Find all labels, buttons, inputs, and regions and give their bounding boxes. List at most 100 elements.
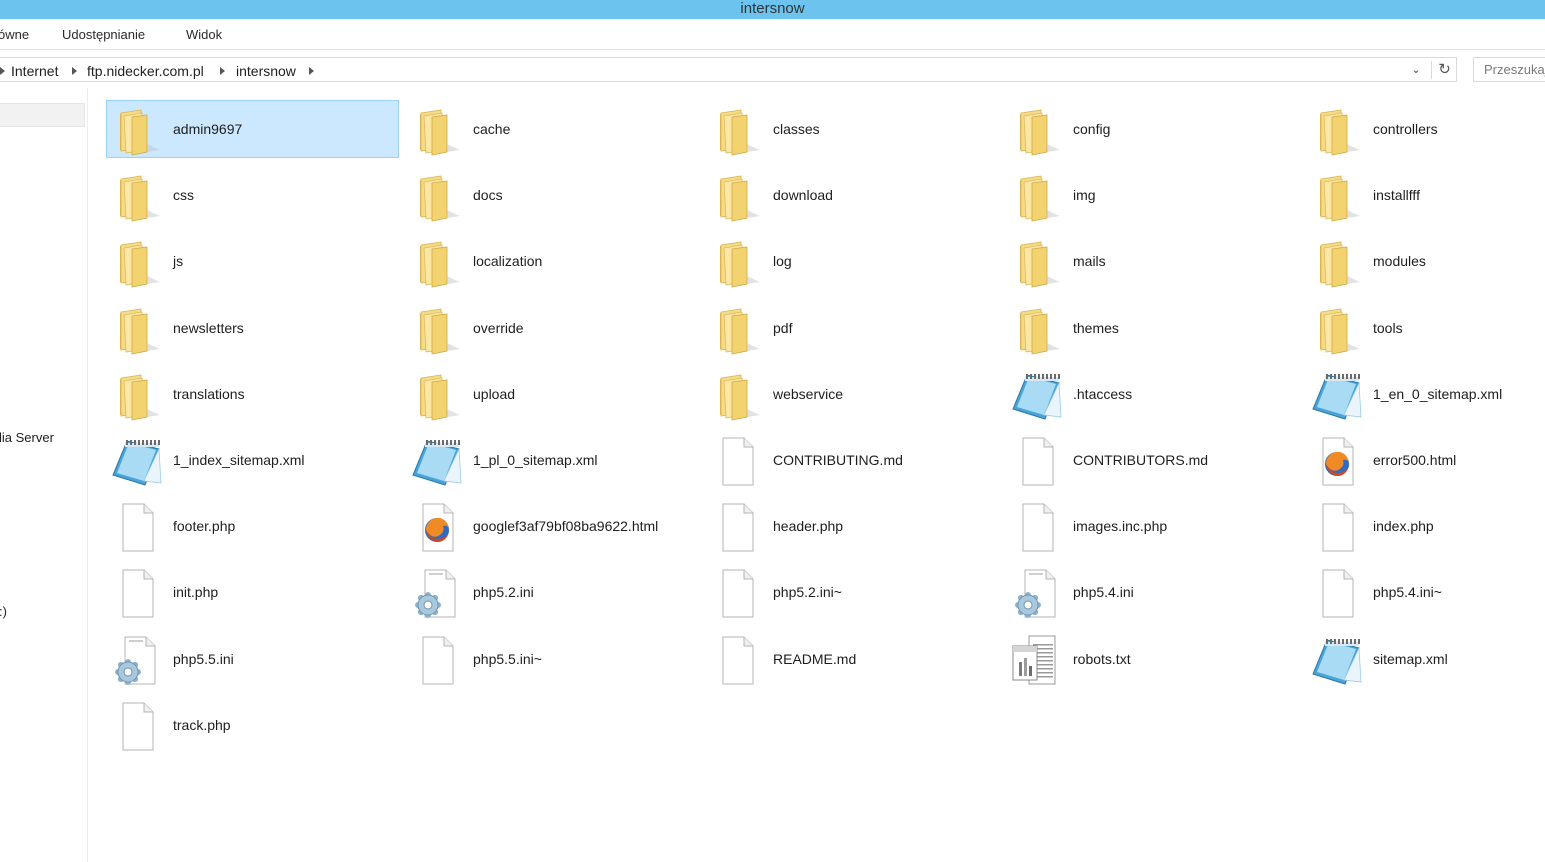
- folder-item[interactable]: log: [706, 232, 999, 290]
- search-placeholder: Przeszukaj: [1484, 62, 1545, 77]
- notepad-file-icon: [1311, 369, 1363, 421]
- file-name-label: upload: [473, 386, 516, 402]
- folder-icon: [711, 104, 763, 156]
- file-name-label: controllers: [1373, 121, 1438, 137]
- firefox-file-icon: [1311, 435, 1363, 487]
- file-item[interactable]: footer.php: [106, 497, 399, 555]
- folder-item[interactable]: css: [106, 166, 399, 224]
- breadcrumb-separator-icon[interactable]: [72, 67, 77, 75]
- breadcrumb-separator-icon[interactable]: [0, 67, 5, 75]
- file-item[interactable]: php5.4.ini~: [1306, 563, 1545, 621]
- folder-item[interactable]: download: [706, 166, 999, 224]
- folder-icon: [711, 303, 763, 355]
- folder-icon: [1011, 170, 1063, 222]
- file-item[interactable]: .htaccess: [1006, 365, 1299, 423]
- file-name-label: 1_index_sitemap.xml: [173, 452, 305, 468]
- breadcrumb-separator-icon[interactable]: [309, 67, 314, 75]
- folder-item[interactable]: admin9697: [106, 100, 399, 158]
- file-item[interactable]: 1_index_sitemap.xml: [106, 431, 399, 489]
- folder-item[interactable]: upload: [406, 365, 699, 423]
- file-item[interactable]: php5.5.ini: [106, 630, 399, 688]
- folder-item[interactable]: webservice: [706, 365, 999, 423]
- tab-home[interactable]: ówne: [0, 27, 29, 42]
- file-name-label: sitemap.xml: [1373, 651, 1448, 667]
- tab-view[interactable]: Widok: [186, 27, 222, 42]
- file-item[interactable]: init.php: [106, 563, 399, 621]
- folder-icon: [711, 170, 763, 222]
- file-item[interactable]: googlef3af79bf08ba9622.html: [406, 497, 699, 555]
- folder-item[interactable]: js: [106, 232, 399, 290]
- file-name-label: php5.2.ini~: [773, 584, 842, 600]
- config-file-icon: [1011, 567, 1063, 619]
- file-item[interactable]: php5.2.ini~: [706, 563, 999, 621]
- folder-icon: [1311, 170, 1363, 222]
- file-item[interactable]: CONTRIBUTORS.md: [1006, 431, 1299, 489]
- nav-item-drive[interactable]: :): [0, 604, 7, 619]
- folder-item[interactable]: pdf: [706, 299, 999, 357]
- nav-selected-item[interactable]: [0, 103, 85, 127]
- folder-icon: [1311, 236, 1363, 288]
- breadcrumb-internet[interactable]: Internet: [11, 63, 58, 79]
- file-item[interactable]: header.php: [706, 497, 999, 555]
- folder-item[interactable]: newsletters: [106, 299, 399, 357]
- file-item[interactable]: README.md: [706, 630, 999, 688]
- file-item[interactable]: php5.2.ini: [406, 563, 699, 621]
- file-item[interactable]: sitemap.xml: [1306, 630, 1545, 688]
- file-item[interactable]: robots.txt: [1006, 630, 1299, 688]
- breadcrumb-intersnow[interactable]: intersnow: [236, 63, 296, 79]
- folder-icon: [111, 170, 163, 222]
- folder-item[interactable]: tools: [1306, 299, 1545, 357]
- address-bar[interactable]: Internet ftp.nidecker.com.pl intersnow ⌄…: [0, 57, 1457, 82]
- refresh-icon[interactable]: ↻: [1436, 61, 1453, 79]
- file-item[interactable]: CONTRIBUTING.md: [706, 431, 999, 489]
- blank-file-icon: [1011, 501, 1063, 553]
- file-item[interactable]: 1_en_0_sitemap.xml: [1306, 365, 1545, 423]
- config-file-icon: [111, 634, 163, 686]
- folder-icon: [1311, 303, 1363, 355]
- folder-item[interactable]: themes: [1006, 299, 1299, 357]
- file-item[interactable]: 1_pl_0_sitemap.xml: [406, 431, 699, 489]
- nav-item-media-server[interactable]: lia Server: [0, 430, 54, 445]
- folder-item[interactable]: config: [1006, 100, 1299, 158]
- folder-item[interactable]: docs: [406, 166, 699, 224]
- file-item[interactable]: php5.5.ini~: [406, 630, 699, 688]
- folder-icon: [411, 236, 463, 288]
- file-item[interactable]: php5.4.ini: [1006, 563, 1299, 621]
- file-name-label: footer.php: [173, 518, 236, 534]
- file-name-label: webservice: [773, 386, 844, 402]
- file-item[interactable]: index.php: [1306, 497, 1545, 555]
- folder-item[interactable]: img: [1006, 166, 1299, 224]
- chevron-down-icon[interactable]: ⌄: [1409, 63, 1423, 77]
- file-name-label: CONTRIBUTORS.md: [1073, 452, 1209, 468]
- folder-item[interactable]: modules: [1306, 232, 1545, 290]
- folder-item[interactable]: override: [406, 299, 699, 357]
- file-item[interactable]: images.inc.php: [1006, 497, 1299, 555]
- file-name-label: admin9697: [173, 121, 243, 137]
- file-item[interactable]: error500.html: [1306, 431, 1545, 489]
- folder-icon: [1011, 236, 1063, 288]
- folder-item[interactable]: controllers: [1306, 100, 1545, 158]
- file-name-label: robots.txt: [1073, 651, 1131, 667]
- tab-share[interactable]: Udostępnianie: [62, 27, 145, 42]
- file-name-label: CONTRIBUTING.md: [773, 452, 903, 468]
- navigation-pane: lia Server :): [0, 88, 88, 862]
- file-name-label: header.php: [773, 518, 844, 534]
- file-name-label: php5.4.ini~: [1373, 584, 1442, 600]
- folder-icon: [1011, 303, 1063, 355]
- breadcrumb-separator-icon[interactable]: [220, 67, 225, 75]
- blank-file-icon: [111, 501, 163, 553]
- blank-file-icon: [1011, 435, 1063, 487]
- folder-item[interactable]: cache: [406, 100, 699, 158]
- text-document-icon: [1011, 634, 1063, 686]
- folder-item[interactable]: translations: [106, 365, 399, 423]
- blank-file-icon: [111, 700, 163, 752]
- folder-icon: [711, 369, 763, 421]
- folder-item[interactable]: mails: [1006, 232, 1299, 290]
- file-item[interactable]: track.php: [106, 696, 399, 754]
- breadcrumb-host[interactable]: ftp.nidecker.com.pl: [87, 63, 204, 79]
- search-input[interactable]: Przeszukaj: [1473, 57, 1545, 82]
- blank-file-icon: [711, 501, 763, 553]
- folder-item[interactable]: classes: [706, 100, 999, 158]
- folder-item[interactable]: localization: [406, 232, 699, 290]
- folder-item[interactable]: installfff: [1306, 166, 1545, 224]
